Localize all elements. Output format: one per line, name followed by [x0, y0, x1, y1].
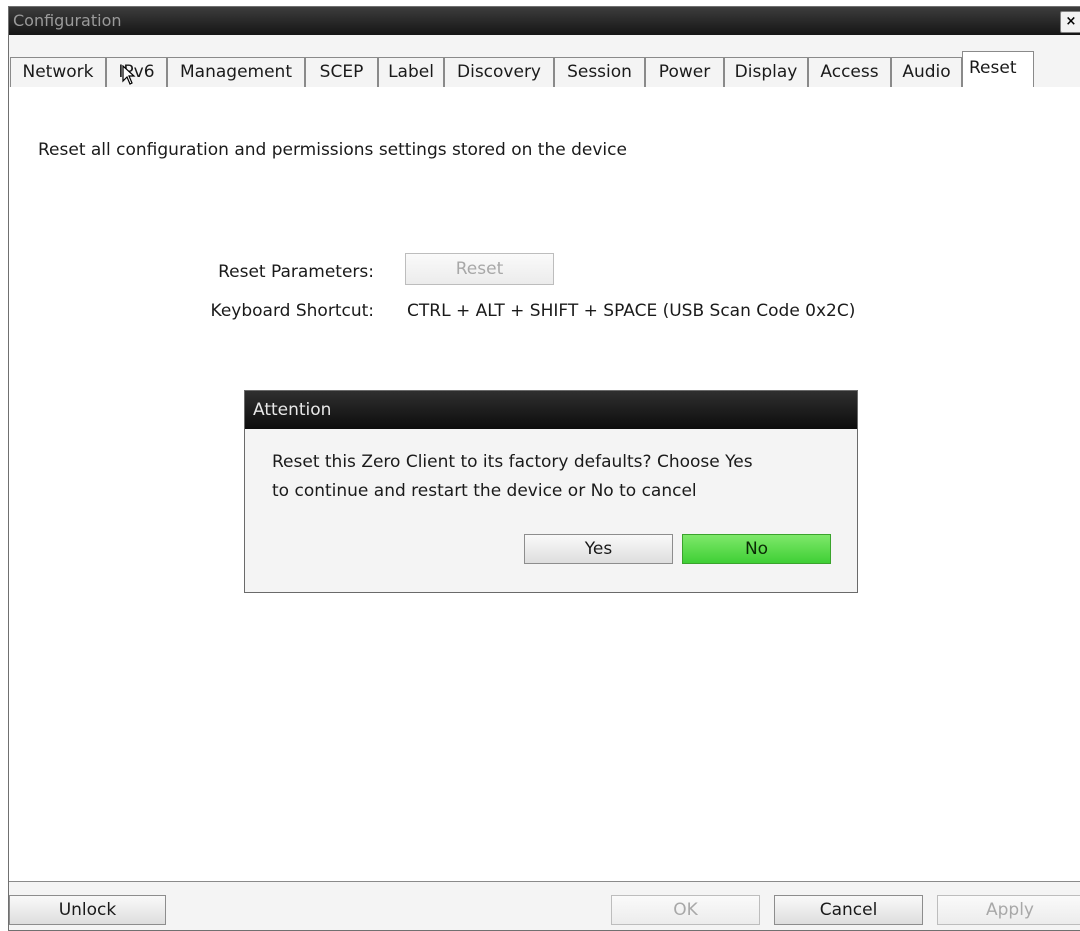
yes-button[interactable]: Yes [524, 534, 673, 564]
dialog-message: Reset this Zero Client to its factory de… [272, 448, 753, 506]
window-titlebar: Configuration [9, 7, 1080, 35]
reset-panel: Reset all configuration and permissions … [9, 87, 1080, 882]
keyboard-shortcut-label: Keyboard Shortcut: [210, 301, 374, 321]
configuration-window: Configuration × Network IPv6 Management … [8, 6, 1080, 931]
keyboard-shortcut-value: CTRL + ALT + SHIFT + SPACE (USB Scan Cod… [407, 301, 856, 321]
reset-button[interactable]: Reset [405, 253, 554, 285]
tab-label[interactable]: Label [378, 57, 444, 87]
ok-button[interactable]: OK [611, 895, 760, 925]
reset-description: Reset all configuration and permissions … [38, 140, 627, 160]
tab-display[interactable]: Display [724, 57, 808, 87]
tab-power[interactable]: Power [645, 57, 724, 87]
tab-discovery[interactable]: Discovery [444, 57, 554, 87]
cancel-button[interactable]: Cancel [774, 895, 923, 925]
tab-audio[interactable]: Audio [891, 57, 962, 87]
dialog-message-line-2: to continue and restart the device or No… [272, 481, 697, 501]
tab-management[interactable]: Management [167, 57, 305, 87]
tab-access[interactable]: Access [808, 57, 891, 87]
mouse-cursor-icon [122, 65, 136, 85]
dialog-message-line-1: Reset this Zero Client to its factory de… [272, 452, 753, 472]
apply-button[interactable]: Apply [937, 895, 1080, 925]
reset-parameters-label: Reset Parameters: [218, 262, 374, 282]
unlock-button[interactable]: Unlock [9, 895, 166, 925]
tab-network[interactable]: Network [10, 57, 106, 87]
tab-ipv6[interactable]: IPv6 [106, 57, 167, 87]
tab-reset[interactable]: Reset [962, 51, 1034, 88]
dialog-title: Attention [245, 391, 857, 429]
tab-bar: Network IPv6 Management SCEP Label Disco… [9, 51, 1080, 88]
attention-dialog: Attention Reset this Zero Client to its … [244, 390, 858, 593]
no-button[interactable]: No [682, 534, 831, 564]
tab-scep[interactable]: SCEP [305, 57, 378, 87]
tab-session[interactable]: Session [554, 57, 645, 87]
close-button[interactable]: × [1060, 11, 1080, 33]
window-title: Configuration [13, 11, 122, 30]
